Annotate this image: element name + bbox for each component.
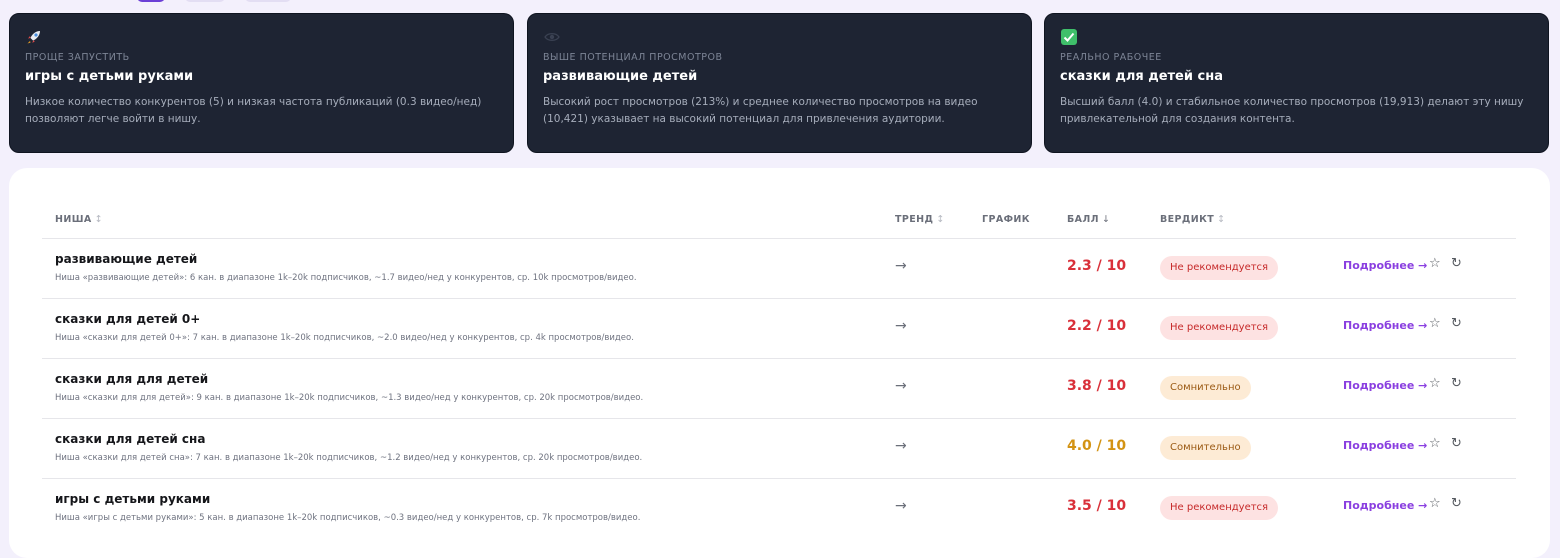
verdict-badge: Не рекомендуется xyxy=(1160,496,1279,520)
score-value: 4.0 / 10 xyxy=(1067,438,1127,454)
table-row: сказки для детей 0+ Ниша «сказки для дет… xyxy=(42,298,1516,359)
star-icon[interactable]: ☆ xyxy=(1429,496,1441,511)
insight-description: Высший балл (4.0) и стабильное количеств… xyxy=(1060,94,1533,128)
insight-description-line: Высший балл (4.0) и стабильное количеств… xyxy=(1060,96,1524,108)
insight-category: РЕАЛЬНО РАБОЧЕЕ xyxy=(1060,52,1162,63)
verdict-badge: Сомнительно xyxy=(1160,436,1251,460)
insight-description-line: привлекательной для создания контента. xyxy=(1060,113,1295,125)
refresh-icon[interactable]: ↻ xyxy=(1451,436,1462,451)
table-row: игры с детьми руками Ниша «игры с детьми… xyxy=(42,478,1516,538)
niche-name: игры с детьми руками xyxy=(55,492,211,506)
insight-card-easy-start: ПРОЩЕ ЗАПУСТИТЬ игры с детьми руками Низ… xyxy=(9,13,514,153)
check-mark-icon xyxy=(1061,29,1077,45)
insight-description-line: Низкое количество конкурентов (5) и низк… xyxy=(25,96,482,108)
niche-summary: Ниша «сказки для детей 0+»: 7 кан. в диа… xyxy=(55,333,634,343)
niche-table-panel: НИША ↕ ТРЕНД ↕ ГРАФИК БАЛЛ ↓ ВЕРДИКТ ↕ разви… xyxy=(9,168,1550,558)
trend-arrow-icon: → xyxy=(895,438,907,454)
verdict-badge: Не рекомендуется xyxy=(1160,316,1279,340)
verdict-badge: Сомнительно xyxy=(1160,376,1251,400)
niche-summary: Ниша «сказки для детей сна»: 7 кан. в ди… xyxy=(55,453,643,463)
score-value: 3.5 / 10 xyxy=(1067,498,1127,514)
column-header-trend[interactable]: ТРЕНД ↕ xyxy=(895,214,945,225)
details-link[interactable]: Подробнее → xyxy=(1343,379,1427,392)
insight-title: развивающие детей xyxy=(543,69,698,84)
insight-title: игры с детьми руками xyxy=(25,69,194,84)
star-icon[interactable]: ☆ xyxy=(1429,316,1441,331)
column-header-score[interactable]: БАЛЛ ↓ xyxy=(1067,214,1110,225)
column-header-niche[interactable]: НИША ↕ xyxy=(55,214,103,225)
insight-description-line: позволяют легче войти в нишу. xyxy=(25,113,201,125)
insight-description-line: Высокий рост просмотров (213%) и среднее… xyxy=(543,96,978,108)
insight-category: ВЫШЕ ПОТЕНЦИАЛ ПРОСМОТРОВ xyxy=(543,52,723,63)
score-value: 2.2 / 10 xyxy=(1067,318,1127,334)
table-row: развивающие детей Ниша «развивающие дете… xyxy=(42,238,1516,299)
column-header-chart: ГРАФИК xyxy=(982,214,1030,225)
verdict-badge: Не рекомендуется xyxy=(1160,256,1279,280)
table-row: сказки для для детей Ниша «сказки для дл… xyxy=(42,358,1516,419)
details-link[interactable]: Подробнее → xyxy=(1343,499,1427,512)
star-icon[interactable]: ☆ xyxy=(1429,256,1441,271)
trend-arrow-icon: → xyxy=(895,318,907,334)
niche-name: сказки для детей сна xyxy=(55,432,206,446)
star-icon[interactable]: ☆ xyxy=(1429,376,1441,391)
details-link[interactable]: Подробнее → xyxy=(1343,319,1427,332)
trend-arrow-icon: → xyxy=(895,498,907,514)
niche-name: развивающие детей xyxy=(55,252,198,266)
sort-icon: ↕ xyxy=(936,214,945,225)
refresh-icon[interactable]: ↻ xyxy=(1451,316,1462,331)
insight-category: ПРОЩЕ ЗАПУСТИТЬ xyxy=(25,52,130,63)
niche-summary: Ниша «игры с детьми руками»: 5 кан. в ди… xyxy=(55,513,641,523)
table-row: сказки для детей сна Ниша «сказки для де… xyxy=(42,418,1516,479)
tab-indicator[interactable] xyxy=(185,0,225,2)
insight-description: Высокий рост просмотров (213%) и среднее… xyxy=(543,94,1016,128)
sort-descending-icon: ↓ xyxy=(1101,214,1111,225)
niche-name: сказки для детей 0+ xyxy=(55,312,201,326)
score-value: 2.3 / 10 xyxy=(1067,258,1127,274)
active-tab-indicator[interactable] xyxy=(137,0,165,2)
details-link[interactable]: Подробнее → xyxy=(1343,259,1427,272)
insight-card-really-working: РЕАЛЬНО РАБОЧЕЕ сказки для детей сна Выс… xyxy=(1044,13,1549,153)
top-tab-strip xyxy=(0,0,1560,12)
details-link[interactable]: Подробнее → xyxy=(1343,439,1427,452)
insight-cards: ПРОЩЕ ЗАПУСТИТЬ игры с детьми руками Низ… xyxy=(9,13,1550,153)
eye-icon xyxy=(544,32,560,42)
refresh-icon[interactable]: ↻ xyxy=(1451,256,1462,271)
niche-summary: Ниша «развивающие детей»: 6 кан. в диапа… xyxy=(55,273,637,283)
niche-summary: Ниша «сказки для для детей»: 9 кан. в ди… xyxy=(55,393,644,403)
score-value: 3.8 / 10 xyxy=(1067,378,1127,394)
refresh-icon[interactable]: ↻ xyxy=(1451,376,1462,391)
trend-arrow-icon: → xyxy=(895,258,907,274)
insight-card-views-potential: ВЫШЕ ПОТЕНЦИАЛ ПРОСМОТРОВ развивающие де… xyxy=(527,13,1032,153)
star-icon[interactable]: ☆ xyxy=(1429,436,1441,451)
rocket-icon xyxy=(27,31,40,44)
sort-icon: ↕ xyxy=(1217,214,1226,225)
insight-title: сказки для детей сна xyxy=(1060,69,1223,84)
trend-arrow-icon: → xyxy=(895,378,907,394)
tab-indicator[interactable] xyxy=(245,0,291,2)
insight-description: Низкое количество конкурентов (5) и низк… xyxy=(25,94,498,128)
column-header-verdict[interactable]: ВЕРДИКТ ↕ xyxy=(1160,214,1226,225)
niche-name: сказки для для детей xyxy=(55,372,209,386)
sort-icon: ↕ xyxy=(94,214,103,225)
table-header: НИША ↕ ТРЕНД ↕ ГРАФИК БАЛЛ ↓ ВЕРДИКТ ↕ xyxy=(42,212,1516,239)
insight-description-line: (10,421) указывает на высокий потенциал … xyxy=(543,113,945,125)
refresh-icon[interactable]: ↻ xyxy=(1451,496,1462,511)
